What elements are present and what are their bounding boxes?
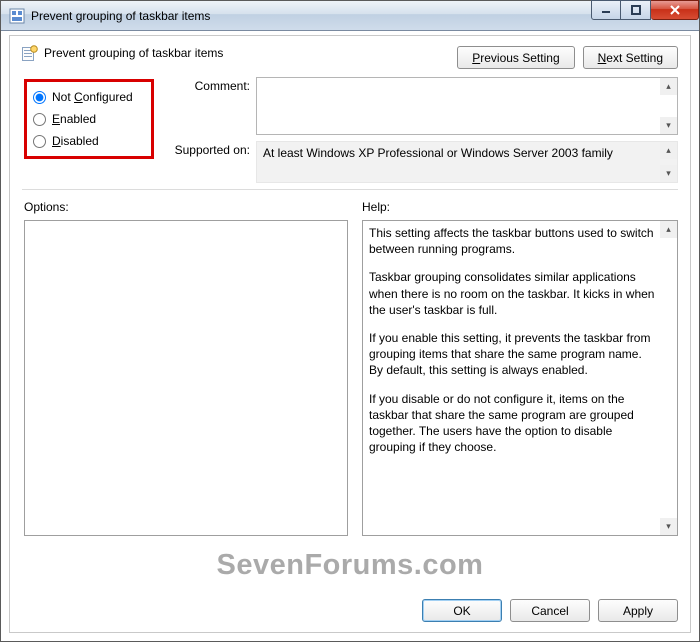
options-label: Options: xyxy=(24,200,348,214)
policy-app-icon xyxy=(9,8,25,24)
scroll-up-icon[interactable]: ▴ xyxy=(660,78,677,95)
options-box xyxy=(24,220,348,536)
policy-icon xyxy=(22,45,38,61)
state-radio-group: Not Configured Enabled Disabled xyxy=(24,79,154,159)
help-label: Help: xyxy=(362,200,678,214)
maximize-button[interactable] xyxy=(621,0,651,20)
radio-enabled[interactable]: Enabled xyxy=(31,112,145,126)
help-paragraph: Taskbar grouping consolidates similar ap… xyxy=(369,269,655,318)
radio-disabled[interactable]: Disabled xyxy=(31,134,145,148)
window-title: Prevent grouping of taskbar items xyxy=(31,9,210,23)
scroll-up-icon[interactable]: ▴ xyxy=(660,221,677,238)
help-paragraph: If you enable this setting, it prevents … xyxy=(369,330,655,379)
help-box: This setting affects the taskbar buttons… xyxy=(362,220,678,536)
title-bar[interactable]: Prevent grouping of taskbar items xyxy=(1,1,699,31)
radio-disabled-input[interactable] xyxy=(33,135,46,148)
policy-name-label: Prevent grouping of taskbar items xyxy=(44,44,223,60)
next-setting-button[interactable]: Next Setting xyxy=(583,46,678,69)
scroll-down-icon: ▾ xyxy=(660,165,677,182)
policy-header: Prevent grouping of taskbar items Previo… xyxy=(10,36,690,73)
supported-on-label: Supported on: xyxy=(168,141,250,183)
apply-button[interactable]: Apply xyxy=(598,599,678,622)
window-controls xyxy=(591,1,699,23)
radio-not-configured[interactable]: Not Configured xyxy=(31,90,145,104)
radio-enabled-input[interactable] xyxy=(33,113,46,126)
dialog-footer: OK Cancel Apply xyxy=(422,599,678,622)
dialog-client-area: Prevent grouping of taskbar items Previo… xyxy=(9,35,691,633)
help-paragraph: This setting affects the taskbar buttons… xyxy=(369,225,655,257)
radio-not-configured-input[interactable] xyxy=(33,91,46,104)
cancel-button[interactable]: Cancel xyxy=(510,599,590,622)
scroll-down-icon[interactable]: ▾ xyxy=(660,518,677,535)
dialog-window: Prevent grouping of taskbar items xyxy=(0,0,700,642)
supported-on-value: At least Windows XP Professional or Wind… xyxy=(256,141,678,183)
ok-button[interactable]: OK xyxy=(422,599,502,622)
scroll-up-icon: ▴ xyxy=(660,142,677,159)
close-button[interactable] xyxy=(651,0,699,20)
scroll-down-icon[interactable]: ▾ xyxy=(660,117,677,134)
help-paragraph: If you disable or do not configure it, i… xyxy=(369,391,655,456)
previous-setting-button[interactable]: Previous Setting xyxy=(457,46,574,69)
comment-textarea[interactable]: ▴ ▾ xyxy=(256,77,678,135)
supported-on-text: At least Windows XP Professional or Wind… xyxy=(263,146,613,160)
watermark-text: SevenForums.com xyxy=(10,549,690,582)
comment-label: Comment: xyxy=(168,77,250,135)
minimize-button[interactable] xyxy=(591,0,621,20)
